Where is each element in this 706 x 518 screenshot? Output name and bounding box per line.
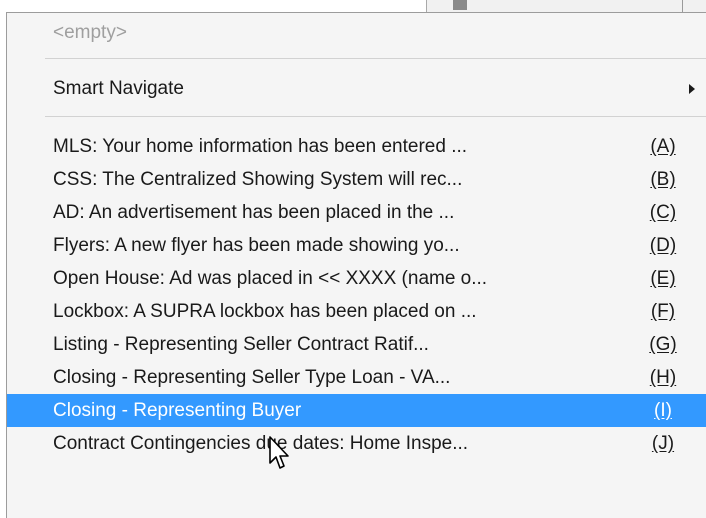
menu-item[interactable]: Contract Contingencies due dates: Home I… <box>7 427 706 460</box>
menu-item-shortcut: (J) <box>651 433 675 454</box>
menu-item[interactable]: Closing - Representing Buyer (I) <box>7 394 706 427</box>
menu-item-label: Smart Navigate <box>53 78 184 99</box>
menu-item-shortcut: (D) <box>649 235 677 256</box>
menu-separator <box>45 58 706 59</box>
menu-item-shortcut: (A) <box>650 136 676 157</box>
menu-item[interactable]: AD: An advertisement has been placed in … <box>7 196 706 229</box>
menu-item-label: Closing - Representing Buyer <box>53 400 302 421</box>
menu-item-label: Listing - Representing Seller Contract R… <box>53 334 429 355</box>
menu-item-label: AD: An advertisement has been placed in … <box>53 202 455 223</box>
menu-item-label: Open House: Ad was placed in << XXXX (na… <box>53 268 488 289</box>
menu-item[interactable]: Listing - Representing Seller Contract R… <box>7 328 706 361</box>
scrollbar-thumb[interactable] <box>453 0 467 10</box>
menu-item-label: Contract Contingencies due dates: Home I… <box>53 433 469 454</box>
menu-item-shortcut: (F) <box>650 301 676 322</box>
menu-separator <box>45 116 706 117</box>
menu-item-smart-navigate[interactable]: Smart Navigate <box>7 72 706 105</box>
menu-item-label: Closing - Representing Seller Type Loan … <box>53 367 451 388</box>
menu-item-shortcut: (E) <box>650 268 676 289</box>
menu-item-shortcut: (I) <box>654 400 672 421</box>
menu-item[interactable]: MLS: Your home information has been ente… <box>7 130 706 163</box>
menu-item[interactable]: Flyers: A new flyer has been made showin… <box>7 229 706 262</box>
menu-item-shortcut: (H) <box>649 367 677 388</box>
menu-item-label: Lockbox: A SUPRA lockbox has been placed… <box>53 301 477 322</box>
menu-item[interactable]: Lockbox: A SUPRA lockbox has been placed… <box>7 295 706 328</box>
menu-item[interactable]: CSS: The Centralized Showing System will… <box>7 163 706 196</box>
menu-item-empty: <empty> <box>7 16 706 49</box>
context-menu: <empty> Smart Navigate MLS: Your home in… <box>6 12 706 518</box>
mouse-pointer-icon <box>269 436 289 469</box>
menu-item-label: CSS: The Centralized Showing System will… <box>53 169 463 190</box>
menu-item-label: MLS: Your home information has been ente… <box>53 136 468 157</box>
menu-item-label: <empty> <box>53 22 127 43</box>
menu-item[interactable]: Open House: Ad was placed in << XXXX (na… <box>7 262 706 295</box>
menu-item-shortcut: (G) <box>649 334 677 355</box>
menu-item-shortcut: (C) <box>649 202 677 223</box>
screenshot-stage: <empty> Smart Navigate MLS: Your home in… <box>0 0 706 518</box>
chevron-right-icon <box>689 84 695 94</box>
menu-item-shortcut: (B) <box>650 169 676 190</box>
menu-item[interactable]: Closing - Representing Seller Type Loan … <box>7 361 706 394</box>
menu-item-label: Flyers: A new flyer has been made showin… <box>53 235 460 256</box>
